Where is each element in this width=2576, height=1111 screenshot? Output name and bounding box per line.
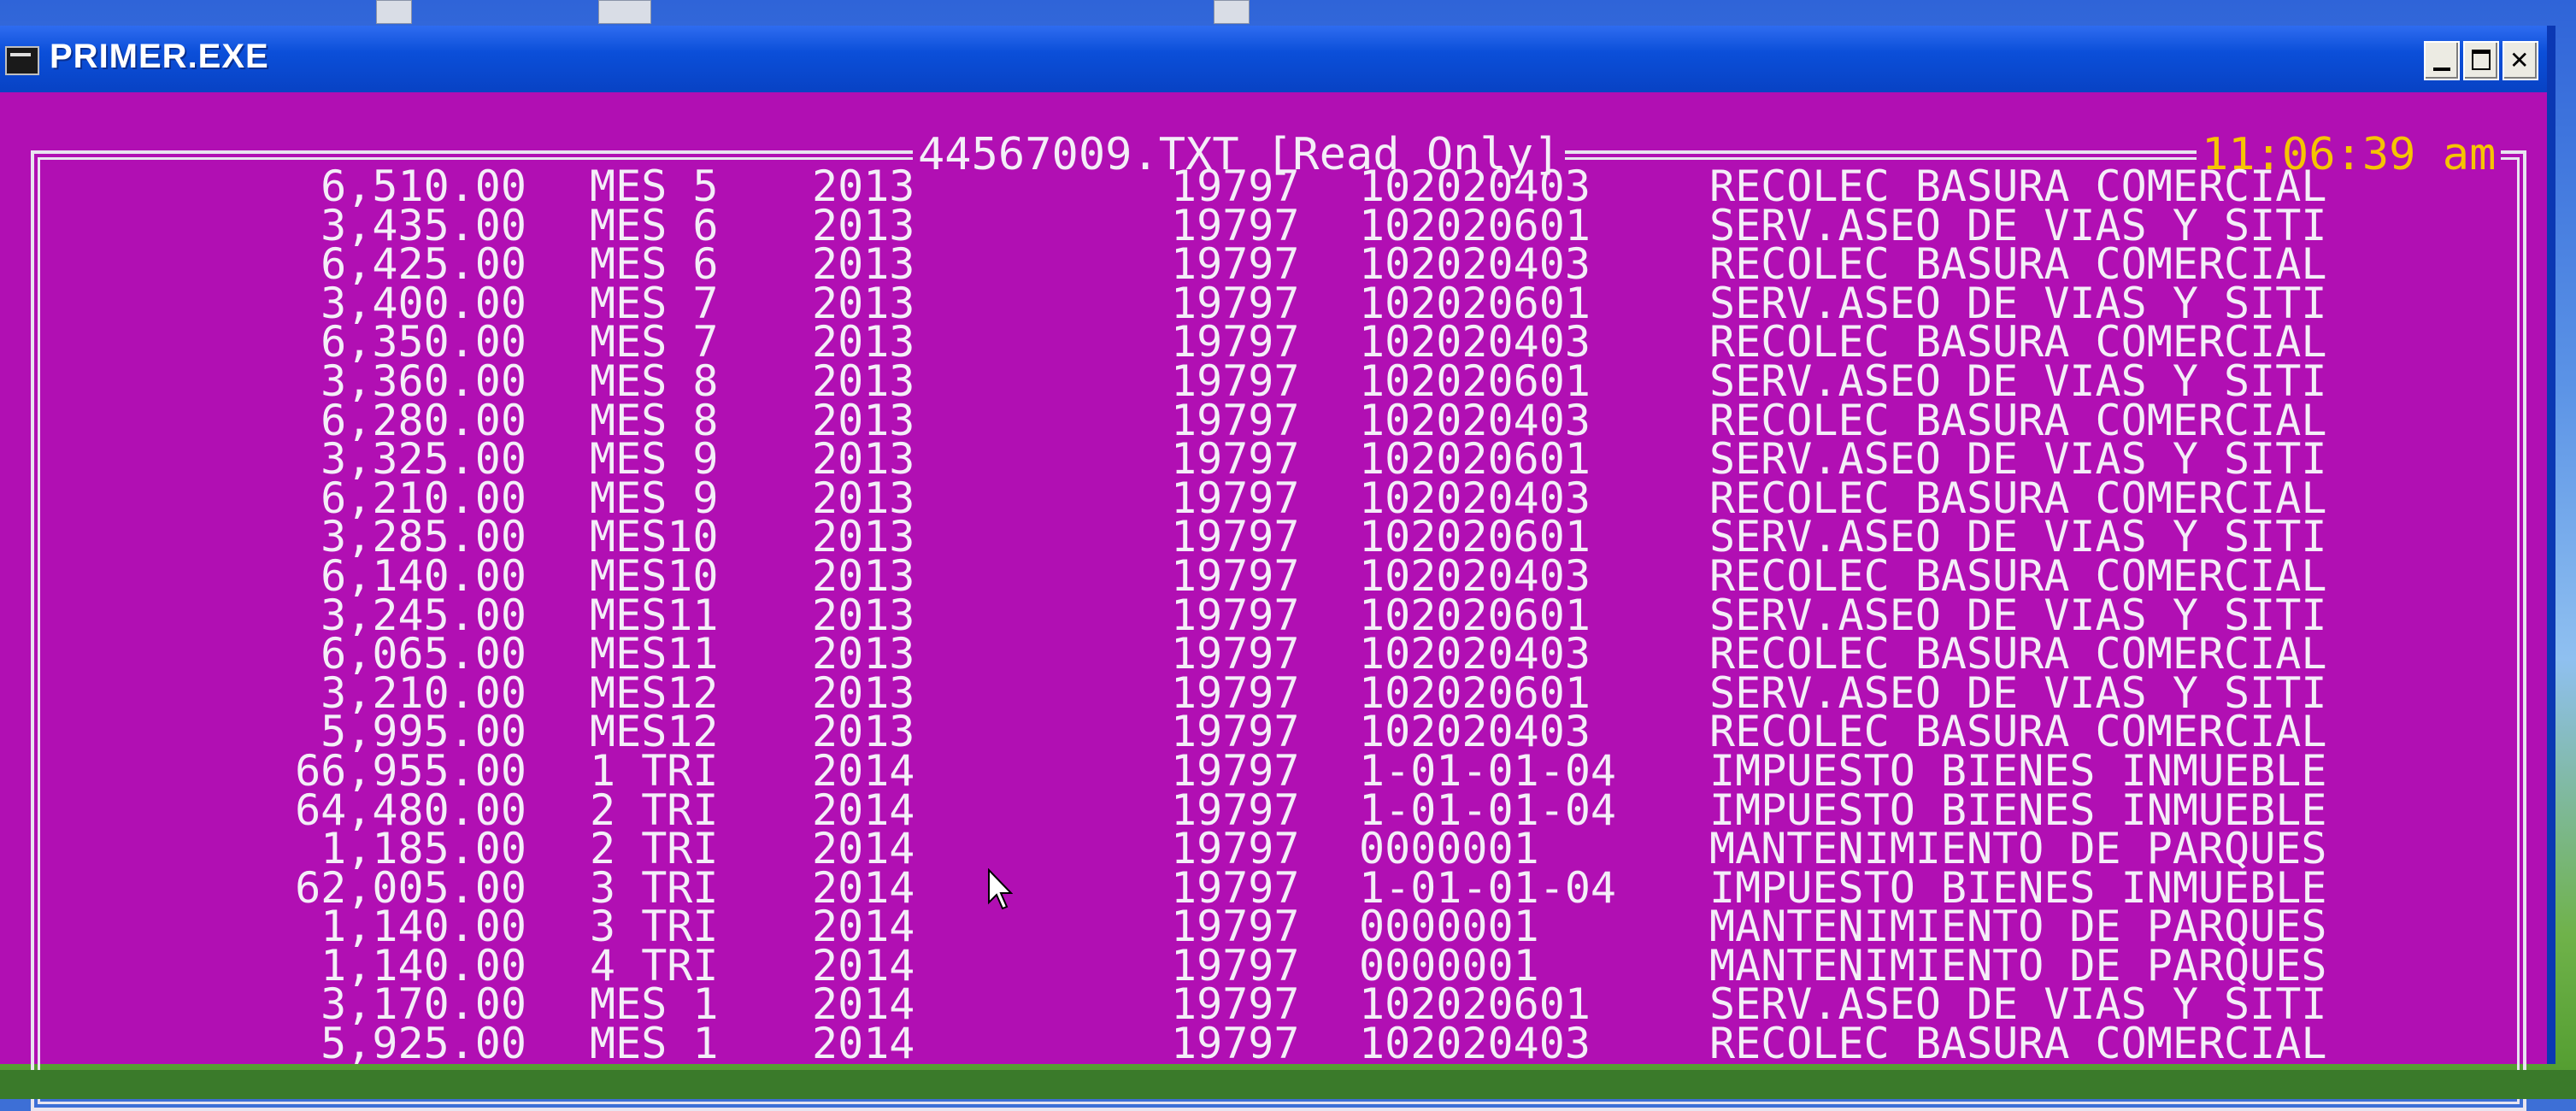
desktop-icon-fragment[interactable] [376,0,412,24]
desktop-icon-fragment[interactable] [598,0,651,24]
minimize-button[interactable] [2424,41,2460,80]
console-app-icon[interactable] [5,46,39,75]
taskbar-fragment [0,1070,2576,1099]
window-title: PRIMER.EXE [50,38,269,75]
period-cell: MES 1 [590,1019,719,1069]
code-cell: 19797 [1171,1019,1300,1069]
year-cell: 2014 [812,1019,915,1069]
desktop-icon-fragment[interactable] [1214,0,1250,24]
amount-cell: 5,925.00 [321,1019,526,1069]
title-bar[interactable]: PRIMER.EXE ✕ [0,26,2547,92]
close-icon: ✕ [2509,46,2530,74]
console-window: PRIMER.EXE ✕ 44567009.TXT [Read Only] 11… [0,26,2555,1111]
description-cell: RECOLEC BASURA COMERCIAL [1709,1019,2327,1069]
maximize-icon [2472,50,2491,70]
close-button[interactable]: ✕ [2502,41,2538,80]
minimize-icon [2433,68,2450,71]
account-cell: 102020403 [1359,1019,1591,1069]
console-screen[interactable]: 44567009.TXT [Read Only] 11:06:39 am 6,5… [0,92,2547,1111]
maximize-button[interactable] [2463,41,2499,80]
mouse-pointer-icon [988,868,1013,910]
record-list: 6,510.00 MES 5 2013 19797 102020403 RECOLEC B… [0,165,2547,1069]
record-row: 5,925.00 MES 1 2014 19797 102020403 RECOLEC B… [0,1019,2547,1069]
